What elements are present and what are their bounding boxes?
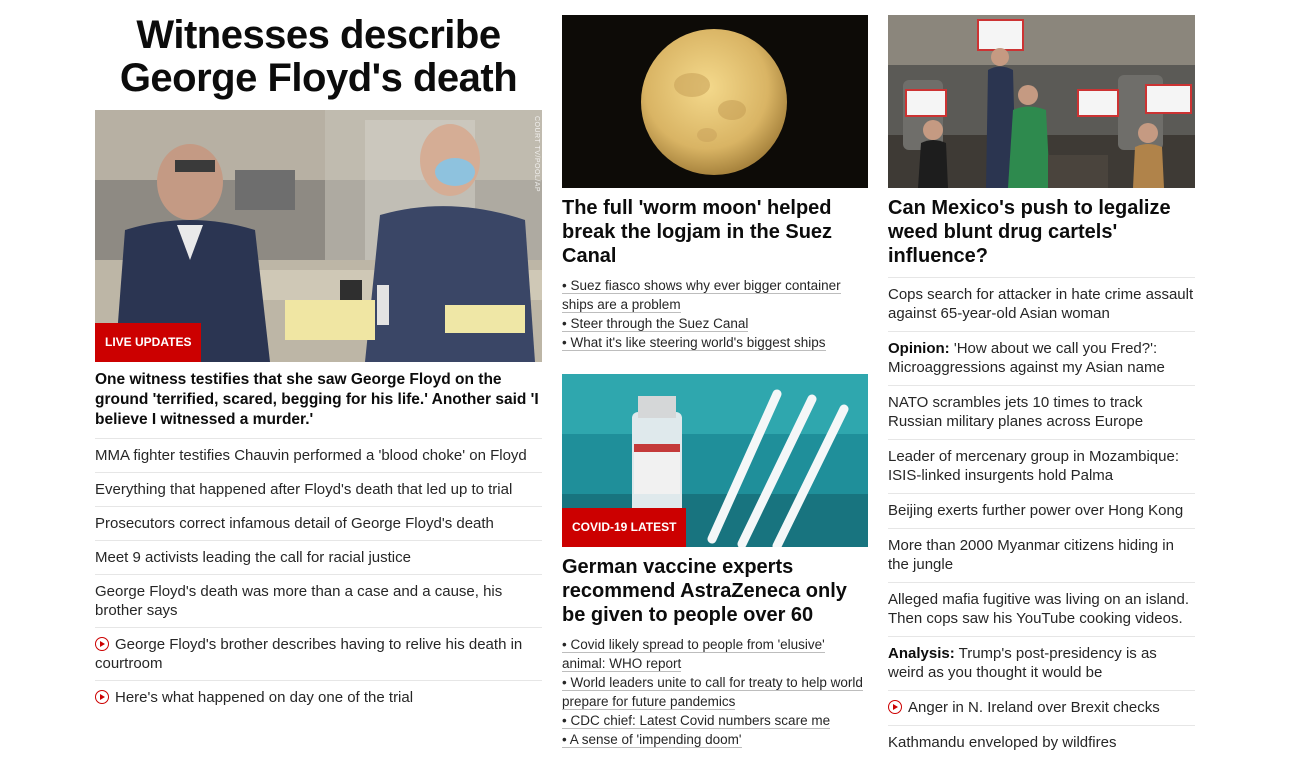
vaccine-related-links: • Covid likely spread to people from 'el…	[562, 635, 868, 749]
list-item[interactable]: Everything that happened after Floyd's d…	[95, 473, 542, 507]
vaccine-image[interactable]: COVID-19 LATEST	[562, 374, 868, 547]
list-item[interactable]: Kathmandu enveloped by wildfires	[888, 726, 1195, 760]
related-link[interactable]: • CDC chief: Latest Covid numbers scare …	[562, 711, 868, 730]
full-moon-photo	[562, 15, 868, 188]
list-item[interactable]: Prosecutors correct infamous detail of G…	[95, 507, 542, 541]
lead-summary[interactable]: One witness testifies that she saw Georg…	[95, 370, 542, 439]
analysis-kicker: Analysis:	[888, 645, 955, 662]
live-updates-badge[interactable]: LIVE UPDATES	[95, 323, 202, 362]
list-item[interactable]: Here's what happened on day one of the t…	[95, 681, 542, 714]
related-link[interactable]: • Covid likely spread to people from 'el…	[562, 635, 868, 673]
video-play-icon	[95, 690, 109, 704]
lead-related-links: MMA fighter testifies Chauvin performed …	[95, 439, 542, 714]
mexico-congress-photo	[888, 15, 1195, 188]
video-play-icon	[95, 637, 109, 651]
lead-headline[interactable]: Witnesses describe George Floyd's death	[95, 14, 542, 100]
list-item[interactable]: MMA fighter testifies Chauvin performed …	[95, 439, 542, 473]
moon-image[interactable]	[562, 15, 868, 188]
lead-story-column: Witnesses describe George Floyd's death …	[95, 0, 542, 714]
list-item[interactable]: Analysis: Trump's post-presidency is as …	[888, 637, 1195, 691]
list-item[interactable]: Meet 9 activists leading the call for ra…	[95, 541, 542, 575]
video-play-icon	[888, 700, 902, 714]
right-headlines-list: Cops search for attacker in hate crime a…	[888, 278, 1195, 760]
related-link[interactable]: • Steer through the Suez Canal	[562, 314, 868, 333]
list-item[interactable]: Beijing exerts further power over Hong K…	[888, 494, 1195, 529]
list-item[interactable]: Anger in N. Ireland over Brexit checks	[888, 691, 1195, 726]
list-item[interactable]: NATO scrambles jets 10 times to track Ru…	[888, 386, 1195, 440]
right-column: Can Mexico's push to legalize weed blunt…	[888, 0, 1195, 760]
middle-column: The full 'worm moon' helped break the lo…	[562, 0, 868, 749]
list-item[interactable]: Opinion: 'How about we call you Fred?': …	[888, 332, 1195, 386]
opinion-kicker: Opinion:	[888, 340, 950, 357]
covid-latest-badge[interactable]: COVID-19 LATEST	[562, 508, 687, 547]
vaccine-story-title[interactable]: German vaccine experts recommend AstraZe…	[562, 555, 868, 627]
related-link[interactable]: • Suez fiasco shows why ever bigger cont…	[562, 276, 868, 314]
list-item[interactable]: Leader of mercenary group in Mozambique:…	[888, 440, 1195, 494]
mexico-story-title[interactable]: Can Mexico's push to legalize weed blunt…	[888, 196, 1195, 278]
list-item[interactable]: More than 2000 Myanmar citizens hiding i…	[888, 529, 1195, 583]
lead-image[interactable]: COURT TV/POOL/AP LIVE UPDATES	[95, 110, 542, 362]
related-link[interactable]: • World leaders unite to call for treaty…	[562, 673, 868, 711]
moon-story-title[interactable]: The full 'worm moon' helped break the lo…	[562, 196, 868, 268]
related-link[interactable]: • What it's like steering world's bigges…	[562, 333, 868, 352]
list-item[interactable]: George Floyd's death was more than a cas…	[95, 575, 542, 628]
mexico-image[interactable]	[888, 15, 1195, 188]
list-item[interactable]: Alleged mafia fugitive was living on an …	[888, 583, 1195, 637]
photo-credit: COURT TV/POOL/AP	[533, 116, 540, 193]
related-link[interactable]: • A sense of 'impending doom'	[562, 730, 868, 749]
list-item[interactable]: Cops search for attacker in hate crime a…	[888, 278, 1195, 332]
list-item[interactable]: George Floyd's brother describes having …	[95, 628, 542, 681]
moon-related-links: • Suez fiasco shows why ever bigger cont…	[562, 276, 868, 352]
